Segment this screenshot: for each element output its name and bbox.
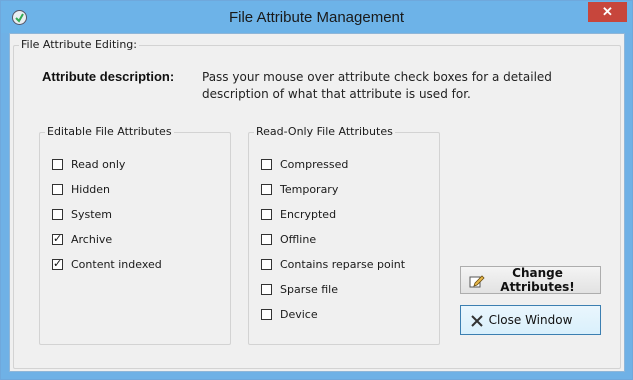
checkbox-label: Offline <box>280 232 317 246</box>
checkbox-label: Content indexed <box>71 257 162 271</box>
readonly-attributes-group: Read-Only File Attributes Compressed Tem… <box>248 125 440 345</box>
checkbox-box[interactable] <box>52 183 63 195</box>
checkbox-compressed[interactable]: Compressed <box>261 156 348 172</box>
checkbox-box[interactable] <box>261 283 272 295</box>
change-attributes-label: Change Attributes! <box>500 266 575 294</box>
readonly-attributes-group-label: Read-Only File Attributes <box>254 125 395 138</box>
checkbox-label: Temporary <box>280 182 339 196</box>
checkbox-box[interactable] <box>261 258 272 270</box>
checkbox-offline[interactable]: Offline <box>261 231 316 247</box>
checkbox-label: Device <box>280 307 318 321</box>
checkbox-read-only[interactable]: Read only <box>52 156 125 172</box>
checkbox-label: Read only <box>71 157 126 171</box>
checkbox-archive[interactable]: Archive <box>52 231 112 247</box>
checkbox-system[interactable]: System <box>52 206 112 222</box>
editable-attributes-group-label: Editable File Attributes <box>45 125 174 138</box>
checkbox-label: Compressed <box>280 157 349 171</box>
checkbox-encrypted[interactable]: Encrypted <box>261 206 336 222</box>
checkbox-device[interactable]: Device <box>261 306 318 322</box>
checkbox-reparse-point[interactable]: Contains reparse point <box>261 256 405 272</box>
checkbox-label: Contains reparse point <box>280 257 406 271</box>
checkbox-box[interactable] <box>261 158 272 170</box>
window-title: File Attribute Management <box>228 9 405 26</box>
checkbox-hidden[interactable]: Hidden <box>52 181 110 197</box>
checkbox-label: Hidden <box>71 182 111 196</box>
checkbox-content-indexed[interactable]: Content indexed <box>52 256 162 272</box>
attribute-description-label: Attribute description: <box>42 69 175 84</box>
client-area: File Attribute Editing: Attribute descri… <box>9 33 625 372</box>
attribute-description-text: Pass your mouse over attribute check box… <box>202 70 552 101</box>
checkbox-box[interactable] <box>52 208 63 220</box>
title-bar[interactable]: File Attribute Management ✕ <box>1 1 632 33</box>
checkbox-box[interactable] <box>261 208 272 220</box>
app-window: File Attribute Management ✕ File Attribu… <box>0 0 633 380</box>
checkbox-box[interactable] <box>52 257 63 270</box>
close-window-button[interactable]: Close Window <box>460 305 601 335</box>
checkbox-box[interactable] <box>261 233 272 245</box>
attribute-editing-group-label: File Attribute Editing: <box>19 38 139 51</box>
checkbox-label: Encrypted <box>280 207 337 221</box>
checkbox-label: System <box>71 207 113 221</box>
editable-attributes-group: Editable File Attributes Read only Hidde… <box>39 125 231 345</box>
window-close-button[interactable]: ✕ <box>588 2 627 22</box>
checkbox-box[interactable] <box>52 232 63 245</box>
checkbox-box[interactable] <box>261 308 272 320</box>
checkbox-box[interactable] <box>261 183 272 195</box>
checkbox-sparse-file[interactable]: Sparse file <box>261 281 338 297</box>
checkbox-label: Sparse file <box>280 282 338 296</box>
change-attributes-button[interactable]: Change Attributes! <box>460 266 601 294</box>
checkbox-label: Archive <box>71 232 113 246</box>
close-icon: ✕ <box>602 4 613 19</box>
checkbox-temporary[interactable]: Temporary <box>261 181 338 197</box>
checkbox-box[interactable] <box>52 158 63 170</box>
close-window-label: Close Window <box>488 313 573 327</box>
